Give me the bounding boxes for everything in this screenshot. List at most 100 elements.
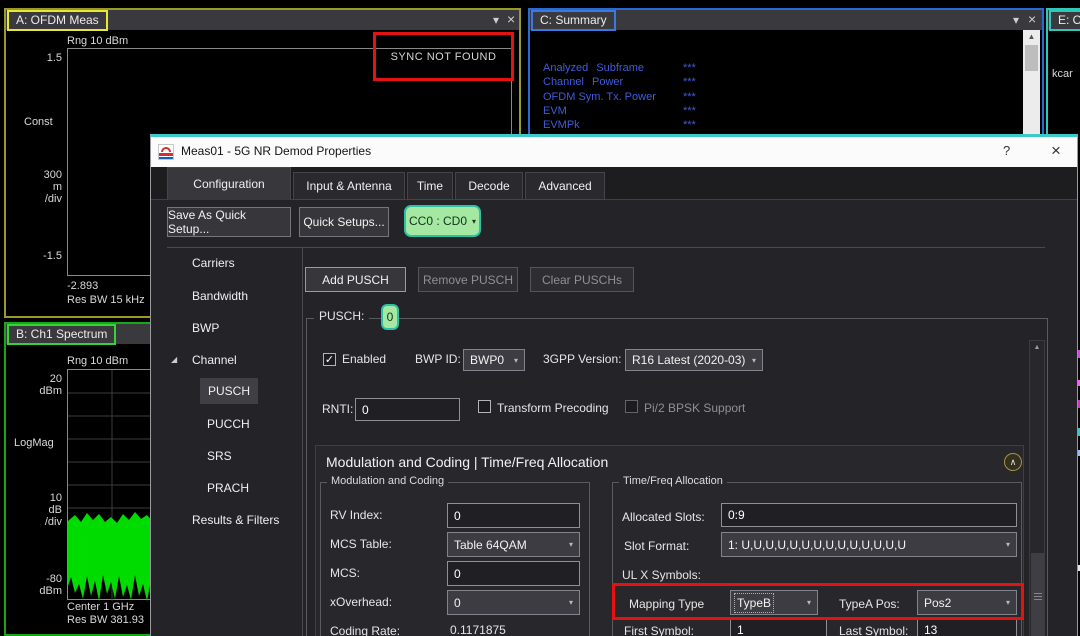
summary-row-value: *** [683,91,696,103]
add-pusch-button[interactable]: Add PUSCH [305,267,406,292]
mcs-input[interactable] [447,561,580,586]
window-a-minimize-icon[interactable]: ▾ [493,12,499,28]
summary-row-label: EVMPk [543,119,580,131]
mapping-row-highlight [612,583,1024,620]
sidebar-item-results-filters[interactable]: Results & Filters [192,510,279,530]
scale-unit: m [52,181,62,193]
coding-rate-label: Coding Rate: [330,624,401,636]
transform-precoding-checkbox[interactable] [478,400,491,413]
quick-setups-button[interactable]: Quick Setups... [299,207,389,237]
sidebar-item-pucch[interactable]: PUCCH [207,414,250,434]
tab-advanced[interactable]: Advanced [525,172,605,200]
gpp-version-dropdown[interactable]: R16 Latest (2020-03) ▾ [625,349,763,371]
transform-precoding-label: Transform Precoding [497,401,609,415]
xoverhead-dropdown[interactable]: 0 ▾ [447,590,580,615]
range-label: Rng 10 dBm [67,355,129,367]
window-a-title-highlight: A: OFDM Meas [7,10,108,31]
scale-value: 10 [49,492,62,504]
xoverhead-label: xOverhead: [330,595,393,609]
sidebar-item-channel[interactable]: Channel [192,350,237,370]
window-e-title-highlight: E: OF [1049,10,1080,31]
allocated-slots-input[interactable] [721,503,1017,527]
x-axis-start: -2.893 [67,280,99,292]
mcs-label: MCS: [330,566,360,580]
summary-row-value: *** [683,105,696,117]
sidebar-item-prach[interactable]: PRACH [207,478,249,498]
pusch-index-badge[interactable]: 0 [381,304,399,330]
pi2-bpsk-label: Pi/2 BPSK Support [644,401,746,415]
window-a-close-icon[interactable]: × [507,11,515,27]
chevron-down-icon: ▾ [1005,540,1010,549]
pusch-group-label: PUSCH: [314,309,370,323]
section-title: Modulation and Coding | Time/Freq Alloca… [326,454,609,470]
bwp-id-dropdown[interactable]: BWP0 ▾ [463,349,525,371]
ul-x-symbols-label: UL X Symbols: [622,568,701,582]
coding-rate-value: 0.1171875 [450,623,506,636]
gpp-version-label: 3GPP Version: [543,352,622,366]
center-freq-label: Center 1 GHz [67,601,135,613]
sidebar-item-carriers[interactable]: Carriers [192,253,235,273]
y-axis-min: -80 [46,573,62,585]
help-icon[interactable]: ? [1003,143,1010,158]
rnti-label: RNTI: [322,402,354,416]
summary-scrollbar[interactable]: ▲ [1023,30,1040,134]
chevron-down-icon: ▾ [568,540,573,549]
enabled-label: Enabled [342,352,387,366]
dialog-titlebar[interactable]: Meas01 - 5G NR Demod Properties ? × [151,137,1077,167]
trace-format-label: Const [24,116,53,128]
cc-selector-dropdown[interactable]: CC0 : CD0 ▾ [404,205,481,237]
time-freq-legend: Time/Freq Allocation [619,475,727,487]
scroll-up-icon[interactable]: ▲ [1030,344,1044,351]
scroll-up-icon[interactable]: ▲ [1023,32,1040,41]
summary-row-value: *** [683,119,696,131]
collapse-section-button[interactable]: ∧ [1004,453,1022,471]
dialog-tabbar: Configuration Input & Antenna Time Decod… [151,167,1077,200]
first-symbol-input[interactable] [730,618,827,636]
tab-decode[interactable]: Decode [455,172,523,200]
demod-properties-dialog: Meas01 - 5G NR Demod Properties ? × Conf… [150,134,1078,636]
y-axis-max-unit: dBm [39,385,62,397]
chevron-down-icon: ▾ [472,216,477,226]
tab-input-antenna[interactable]: Input & Antenna [293,172,405,200]
dialog-scrollbar-thumb[interactable] [1031,553,1044,636]
dialog-close-icon[interactable]: × [1051,141,1061,161]
window-summary: C: Summary ▾ × Analyzed Subframe *** Cha… [528,8,1044,136]
sidebar-item-bandwidth[interactable]: Bandwidth [192,286,248,306]
rnti-input[interactable] [355,398,460,421]
save-as-quick-setup-button[interactable]: Save As Quick Setup... [167,207,291,237]
summary-row-label: OFDM Sym. Tx. Power [543,91,656,103]
bwp-id-value: BWP0 [470,353,505,367]
tab-time[interactable]: Time [407,172,453,200]
check-icon: ✓ [324,354,335,366]
mcs-table-dropdown[interactable]: Table 64QAM ▾ [447,532,580,557]
last-symbol-input[interactable] [917,618,1017,636]
app-icon [158,144,174,160]
summary-scrollbar-thumb[interactable] [1025,45,1038,71]
enabled-checkbox[interactable]: ✓ [323,353,336,366]
range-label: Rng 10 dBm [67,35,129,47]
sidebar-item-srs[interactable]: SRS [207,446,232,466]
res-bw-label: Res BW 15 kHz [67,294,145,306]
dialog-scrollbar[interactable]: ▲ [1029,340,1045,636]
sidebar-item-pusch[interactable]: PUSCH [200,378,258,404]
mcs-table-label: MCS Table: [330,537,392,551]
tree-expanded-icon[interactable]: ◢ [171,350,177,370]
rv-index-input[interactable] [447,503,580,528]
chevron-down-icon: ▾ [751,355,756,365]
sidebar-separator [302,247,303,636]
scrollbar-grip [1034,593,1042,600]
tab-configuration[interactable]: Configuration [167,167,291,200]
window-e-text-fragment: kcar [1052,68,1073,80]
window-c-minimize-icon[interactable]: ▾ [1013,12,1019,28]
chevron-down-icon: ▾ [568,598,573,607]
y-axis-min-unit: dBm [39,585,62,597]
slot-format-dropdown[interactable]: 1: U,U,U,U,U,U,U,U,U,U,U,U,U,U ▾ [721,532,1017,557]
sidebar-item-bwp[interactable]: BWP [192,318,219,338]
slot-format-value: 1: U,U,U,U,U,U,U,U,U,U,U,U,U,U [728,537,907,552]
modulation-coding-group: Modulation and Coding RV Index: MCS Tabl… [320,475,590,636]
pi2-bpsk-checkbox [625,400,638,413]
clear-puschs-button[interactable]: Clear PUSCHs [530,267,634,292]
window-c-close-icon[interactable]: × [1028,11,1036,27]
y-axis-min: -1.5 [43,250,62,262]
remove-pusch-button[interactable]: Remove PUSCH [418,267,518,292]
